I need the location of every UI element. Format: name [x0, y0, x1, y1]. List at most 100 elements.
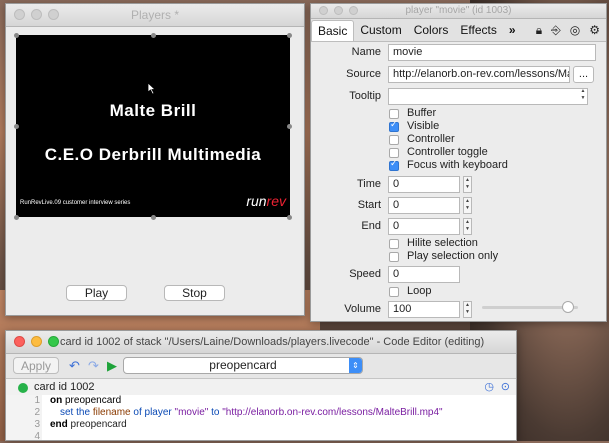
gear-icon[interactable]: ⚙ — [589, 23, 600, 38]
players-titlebar[interactable]: Players * — [6, 4, 304, 27]
volume-field[interactable]: 100 — [388, 301, 460, 318]
inspector-menu-icon[interactable]: ⎆ — [551, 23, 561, 38]
collapse-icon[interactable]: ⊙ — [501, 380, 510, 393]
inspector-tabs: Basic Custom Colors Effects » 🔒︎ ⎆ ◎ ⚙ — [311, 19, 606, 42]
selection-handle[interactable] — [151, 215, 156, 220]
play-selection-label: Play selection only — [407, 250, 499, 262]
loop-checkbox[interactable] — [389, 287, 399, 297]
close-button[interactable] — [319, 6, 328, 15]
code-line-2: set the filename of player "movie" to "h… — [60, 407, 443, 419]
selection-handle[interactable] — [287, 33, 292, 38]
editor-titlebar[interactable]: card id 1002 of stack "/Users/Laine/Down… — [6, 331, 516, 354]
tab-custom[interactable]: Custom — [354, 20, 407, 40]
zoom-button[interactable] — [349, 6, 358, 15]
time-stepper[interactable]: ▲ ▼ — [463, 176, 472, 193]
hilite-selection-checkbox[interactable] — [389, 239, 399, 249]
editor-toolbar: Apply ↶ ↷ ▶ preopencard ⇕ — [6, 354, 516, 379]
tab-basic[interactable]: Basic — [311, 19, 355, 41]
zoom-button[interactable] — [48, 9, 59, 20]
tab-colors[interactable]: Colors — [408, 20, 455, 40]
name-field[interactable]: movie — [388, 44, 596, 61]
focus-keyboard-label: Focus with keyboard — [407, 159, 508, 171]
buffer-checkbox[interactable] — [389, 109, 399, 119]
run-icon[interactable]: ▶ — [107, 358, 117, 374]
tooltip-field[interactable] — [388, 88, 588, 105]
controller-toggle-checkbox[interactable] — [389, 148, 399, 158]
hilite-selection-label: Hilite selection — [407, 237, 478, 249]
selection-handle[interactable] — [287, 215, 292, 220]
controller-toggle-label: Controller toggle — [407, 146, 488, 158]
redo-icon[interactable]: ↷ — [88, 358, 99, 374]
volume-stepper[interactable]: ▲ ▼ — [463, 301, 472, 318]
speed-field[interactable]: 0 — [388, 266, 460, 283]
logo-run: run — [246, 193, 267, 209]
play-button[interactable]: Play — [66, 285, 127, 301]
visible-checkbox[interactable] — [389, 119, 399, 132]
end-stepper[interactable]: ▲ ▼ — [463, 218, 472, 235]
card-script-tab[interactable]: card id 1002 — [18, 380, 95, 395]
status-dot-icon — [18, 383, 28, 393]
line-number: 2 — [34, 407, 40, 418]
inspector-titlebar[interactable]: player "movie" (id 1003) — [311, 4, 606, 19]
minimize-button[interactable] — [31, 9, 42, 20]
clock-icon[interactable]: ◷ — [484, 380, 494, 393]
players-title: Players * — [130, 8, 180, 22]
movie-footer-caption: RunRevLive.09 customer interview series — [20, 200, 131, 206]
line-gutter: 1 2 3 4 — [6, 395, 42, 442]
minimize-button[interactable] — [334, 6, 343, 15]
property-inspector: player "movie" (id 1003) Basic Custom Co… — [310, 3, 607, 322]
card-tab-label: card id 1002 — [34, 381, 95, 393]
start-field[interactable]: 0 — [388, 197, 460, 214]
line-number: 4 — [34, 431, 40, 442]
string-movie: "movie" — [174, 407, 209, 418]
end-field[interactable]: 0 — [388, 218, 460, 235]
window-controls — [14, 336, 59, 347]
command-set: set — [60, 407, 74, 418]
code-line-1: on preopencard — [50, 395, 121, 407]
more-tabs-button[interactable]: » — [503, 20, 522, 40]
code-to: to — [208, 407, 223, 418]
pointer-cursor-icon — [148, 83, 157, 95]
target-icon[interactable]: ◎ — [570, 23, 580, 38]
tooltip-stepper[interactable]: ▲ ▼ — [578, 88, 588, 105]
close-button[interactable] — [14, 9, 25, 20]
time-field[interactable]: 0 — [388, 176, 460, 193]
controller-label: Controller — [407, 133, 455, 145]
volume-slider-thumb[interactable] — [562, 301, 575, 313]
keyword-on: on — [50, 395, 63, 406]
handler-select[interactable]: preopencard ⇕ — [123, 357, 363, 374]
close-button[interactable] — [14, 336, 25, 347]
source-label: Source — [346, 68, 381, 80]
script-area[interactable]: 1 2 3 4 on preopencard set the filename … — [6, 395, 516, 442]
apply-button[interactable]: Apply — [13, 357, 59, 374]
editor-title: card id 1002 of stack "/Users/Laine/Down… — [60, 336, 485, 348]
selection-handle[interactable] — [14, 124, 19, 129]
visible-label: Visible — [407, 120, 440, 132]
movie-player[interactable]: Malte Brill C.E.O Derbrill Multimedia Ru… — [16, 35, 290, 217]
lock-icon[interactable]: 🔒︎ — [536, 23, 542, 38]
selection-handle[interactable] — [14, 33, 19, 38]
zoom-button[interactable] — [48, 336, 59, 347]
tab-effects[interactable]: Effects — [454, 20, 502, 40]
speed-label: Speed — [349, 268, 381, 280]
handler-name: preopencard — [62, 395, 122, 406]
selection-handle[interactable] — [14, 215, 19, 220]
selection-handle[interactable] — [151, 33, 156, 38]
tooltip-label: Tooltip — [349, 90, 381, 102]
play-selection-checkbox[interactable] — [389, 252, 399, 262]
undo-icon[interactable]: ↶ — [69, 358, 80, 374]
focus-keyboard-checkbox[interactable] — [389, 158, 399, 171]
source-field[interactable]: http://elanorb.on-rev.com/lessons/MalteB… — [388, 66, 570, 83]
code-the: the — [73, 407, 93, 418]
select-arrows-icon: ⇕ — [349, 358, 362, 373]
handler-name: preopencard — [67, 419, 127, 430]
runrev-logo: runrev — [246, 193, 286, 209]
start-stepper[interactable]: ▲ ▼ — [463, 197, 472, 214]
name-label: Name — [351, 46, 381, 58]
window-controls — [14, 9, 59, 20]
source-browse-button[interactable]: ... — [573, 66, 594, 83]
stop-button[interactable]: Stop — [164, 285, 225, 301]
minimize-button[interactable] — [31, 336, 42, 347]
selection-handle[interactable] — [287, 124, 292, 129]
controller-checkbox[interactable] — [389, 135, 399, 145]
